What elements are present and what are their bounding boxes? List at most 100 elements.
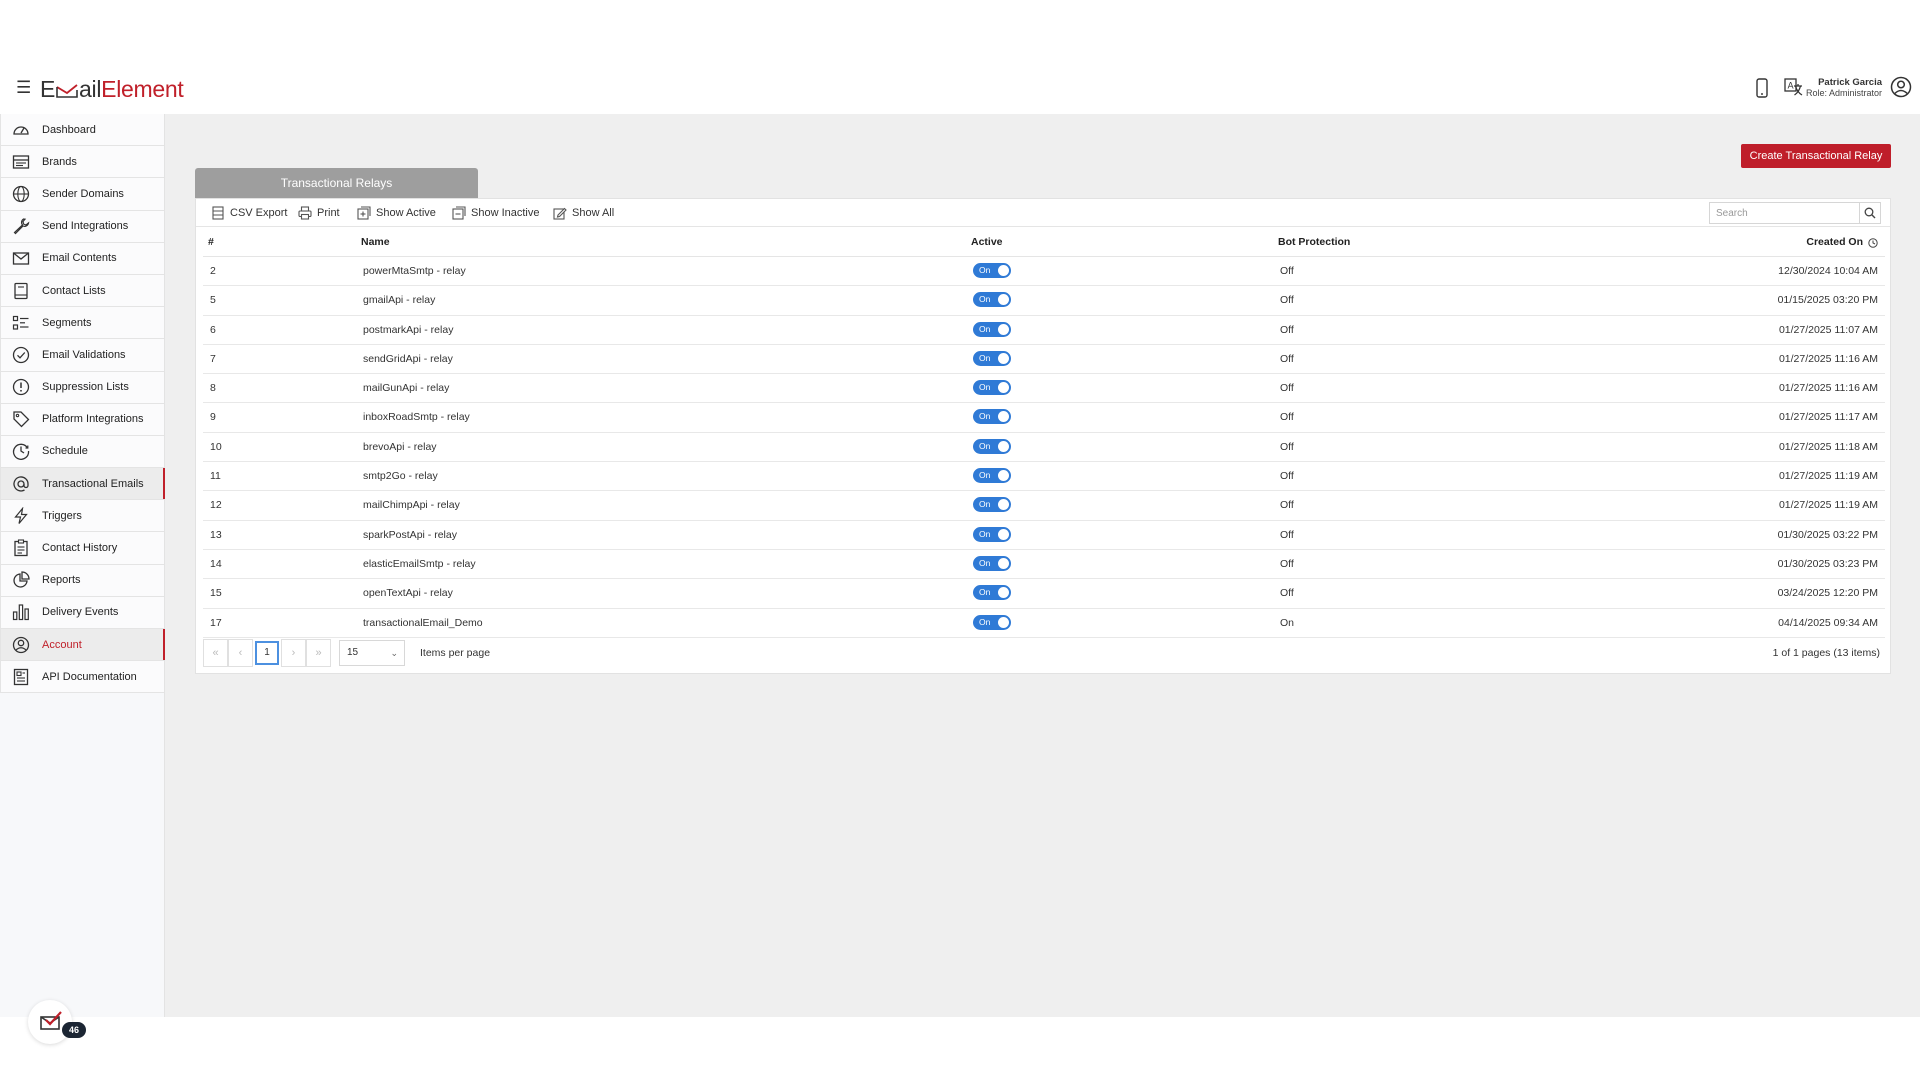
sidebar-item-triggers[interactable]: Triggers: [0, 500, 164, 533]
show-all-button[interactable]: Show All: [553, 204, 614, 222]
row-bot-protection: Off: [1280, 294, 1294, 307]
active-toggle[interactable]: On: [973, 409, 1011, 425]
pager-last-button[interactable]: »: [306, 639, 331, 667]
toggle-label: On: [979, 382, 991, 393]
active-toggle[interactable]: On: [973, 438, 1011, 454]
tag-icon: [12, 410, 30, 428]
active-toggle[interactable]: On: [973, 380, 1011, 396]
exclamation-circle-icon: [12, 378, 30, 396]
pager-next-button[interactable]: ›: [281, 639, 306, 667]
sidebar-item-platform-integrations[interactable]: Platform Integrations: [0, 403, 164, 436]
sidebar-item-label: Reports: [42, 574, 81, 587]
active-toggle[interactable]: On: [973, 292, 1011, 308]
translate-icon[interactable]: A: [1784, 77, 1804, 99]
sidebar-item-api-documentation[interactable]: API Documentation: [0, 661, 164, 694]
table-row[interactable]: 17 transactionalEmail_Demo On On 04/14/2025 …: [203, 609, 1885, 638]
table-row[interactable]: 5 gmailApi - relay On Off 01/15/2025 03:20 P…: [203, 286, 1885, 316]
create-transactional-relay-button[interactable]: Create Transactional Relay: [1741, 144, 1891, 168]
row-created-on: 01/27/2025 11:16 AM: [1778, 382, 1878, 395]
active-toggle[interactable]: On: [973, 263, 1011, 278]
sidebar-item-reports[interactable]: Reports: [0, 564, 164, 597]
table-row[interactable]: 14 elasticEmailSmtp - relay On Off 01/30/202…: [203, 550, 1885, 580]
tab-transactional-relays[interactable]: Transactional Relays: [195, 168, 478, 198]
print-button[interactable]: Print: [298, 204, 340, 222]
active-toggle[interactable]: On: [973, 497, 1011, 513]
pager-page-1[interactable]: 1: [255, 641, 279, 665]
sidebar-item-contact-history[interactable]: Contact History: [0, 532, 164, 565]
envelope-icon: [12, 249, 30, 267]
active-toggle[interactable]: On: [973, 321, 1011, 337]
sidebar: Dashboard Brands Sender Domains Send Int…: [0, 114, 165, 1044]
toggle-knob: [998, 557, 1009, 569]
toggle-knob: [998, 294, 1009, 306]
table-row[interactable]: 6 postmarkApi - relay On Off 01/27/2025 11:0…: [203, 316, 1885, 345]
row-name: mailGunApi - relay: [363, 382, 450, 395]
search-input[interactable]: [1709, 202, 1859, 224]
pager-first-button[interactable]: «: [203, 639, 228, 667]
show-active-button[interactable]: Show Active: [357, 204, 436, 222]
sidebar-item-dashboard[interactable]: Dashboard: [0, 114, 164, 147]
hamburger-icon[interactable]: ☰: [16, 78, 32, 98]
row-name: inboxRoadSmtp - relay: [363, 411, 470, 424]
table-row[interactable]: 7 sendGridApi - relay On Off 01/27/2025 11:1…: [203, 345, 1885, 375]
row-bot-protection: Off: [1280, 440, 1294, 453]
mobile-icon[interactable]: [1752, 77, 1772, 99]
table-row[interactable]: 11 smtp2Go - relay On Off 01/27/2025 11:19 A…: [203, 462, 1885, 492]
csv-export-button[interactable]: CSV Export: [211, 204, 287, 222]
active-toggle[interactable]: On: [973, 555, 1011, 571]
table-row[interactable]: 2 powerMtaSmtp - relay On Off 12/30/2024 10:…: [203, 257, 1885, 287]
column-header-num[interactable]: #: [208, 228, 214, 257]
sidebar-item-send-integrations[interactable]: Send Integrations: [0, 210, 164, 243]
table-row[interactable]: 8 mailGunApi - relay On Off 01/27/2025 11:16…: [203, 374, 1885, 404]
sidebar-item-schedule[interactable]: Schedule: [0, 435, 164, 469]
sidebar-item-email-validations[interactable]: Email Validations: [0, 339, 164, 372]
search-button[interactable]: [1859, 202, 1881, 224]
active-toggle[interactable]: On: [973, 585, 1011, 601]
active-toggle[interactable]: On: [973, 350, 1011, 366]
row-bot-protection: On: [1280, 616, 1295, 629]
sidebar-item-label: Dashboard: [42, 123, 96, 136]
wrench-icon: [12, 217, 30, 235]
sidebar-item-label: Segments: [42, 316, 92, 329]
active-toggle[interactable]: On: [973, 468, 1011, 484]
sidebar-item-sender-domains[interactable]: Sender Domains: [0, 178, 164, 211]
sidebar-item-account[interactable]: Account: [0, 629, 165, 662]
page-size-select[interactable]: 15 ⌄: [339, 640, 405, 666]
column-header-name[interactable]: Name: [361, 228, 390, 257]
page-size-value: 15: [347, 647, 359, 658]
row-name: smtp2Go - relay: [363, 470, 438, 483]
toggle-knob: [998, 382, 1009, 394]
sidebar-item-segments[interactable]: Segments: [0, 307, 164, 340]
column-header-bot-protection[interactable]: Bot Protection: [1278, 228, 1350, 257]
emailelement-logo[interactable]: EailElement: [40, 74, 184, 104]
pager-prev-button[interactable]: ‹: [228, 639, 253, 667]
table-row[interactable]: 9 inboxRoadSmtp - relay On Off 01/27/2025 11…: [203, 403, 1885, 433]
sidebar-item-contact-lists[interactable]: Contact Lists: [0, 274, 164, 308]
sidebar-item-transactional-emails[interactable]: Transactional Emails: [0, 468, 165, 501]
row-name: transactionalEmail_Demo: [363, 616, 483, 629]
toggle-label: On: [979, 557, 991, 568]
table-row[interactable]: 15 openTextApi - relay On Off 03/24/2025 12:…: [203, 579, 1885, 609]
table-row[interactable]: 10 brevoApi - relay On Off 01/27/2025 11:18 …: [203, 433, 1885, 463]
column-header-active[interactable]: Active: [971, 228, 1003, 257]
sidebar-item-email-contents[interactable]: Email Contents: [0, 242, 164, 275]
active-toggle[interactable]: On: [973, 614, 1011, 630]
toggle-knob: [998, 587, 1009, 599]
sidebar-item-brands[interactable]: Brands: [0, 146, 164, 179]
show-inactive-button[interactable]: Show Inactive: [452, 204, 539, 222]
active-toggle[interactable]: On: [973, 526, 1011, 542]
row-name: mailChimpApi - relay: [363, 499, 460, 512]
user-info[interactable]: Patrick Garcia Role: Administrator: [1806, 77, 1882, 99]
user-circle-icon[interactable]: [1890, 76, 1912, 98]
row-created-on: 01/30/2025 03:23 PM: [1777, 557, 1878, 570]
column-header-created-on-label: Created On: [1806, 236, 1863, 248]
row-bot-protection: Off: [1280, 323, 1294, 336]
sidebar-item-suppression-lists[interactable]: Suppression Lists: [0, 371, 164, 404]
table-row[interactable]: 13 sparkPostApi - relay On Off 01/30/2025 03…: [203, 521, 1885, 550]
toggle-knob: [998, 440, 1009, 452]
segments-list-icon: [12, 314, 30, 332]
column-header-created-on[interactable]: Created On: [1806, 228, 1878, 257]
table-row[interactable]: 12 mailChimpApi - relay On Off 01/27/2025 11…: [203, 491, 1885, 521]
sidebar-item-delivery-events[interactable]: Delivery Events: [0, 596, 164, 629]
toggle-label: On: [979, 294, 991, 305]
